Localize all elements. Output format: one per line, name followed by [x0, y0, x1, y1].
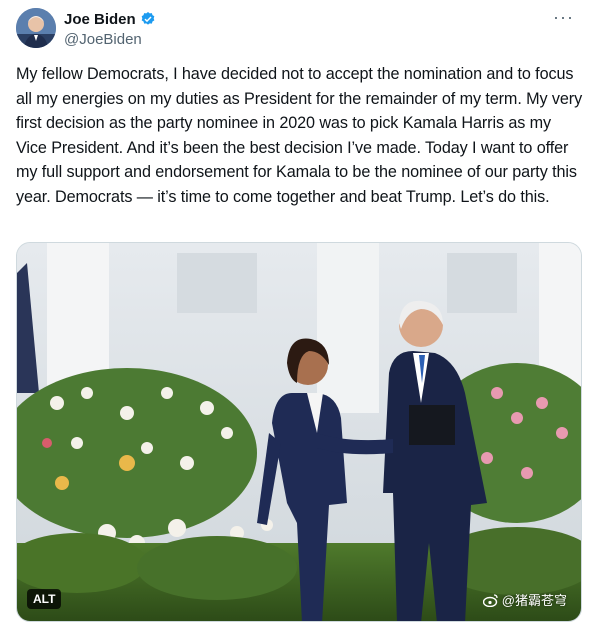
avatar-image — [16, 8, 56, 48]
display-name[interactable]: Joe Biden — [64, 11, 136, 28]
handle[interactable]: @JoeBiden — [64, 31, 156, 48]
avatar[interactable] — [16, 8, 56, 48]
alt-text-button[interactable]: ALT — [27, 589, 62, 609]
tweet-text: My fellow Democrats, I have decided not … — [16, 65, 583, 206]
watermark-text: @猪霸苍穹 — [501, 593, 567, 608]
tweet-card[interactable]: Joe Biden @JoeBiden ··· My fellow Democr… — [0, 0, 591, 629]
photo-image — [17, 243, 581, 621]
tweet-photo[interactable]: ALT @猪霸苍穹 — [16, 242, 582, 622]
tweet-header: Joe Biden @JoeBiden ··· — [16, 8, 576, 48]
author-names: Joe Biden @JoeBiden — [64, 10, 156, 48]
more-options-icon[interactable]: ··· — [553, 8, 574, 26]
watermark: @猪霸苍穹 — [482, 590, 567, 609]
verified-badge-icon — [140, 11, 156, 27]
weibo-logo-icon — [482, 593, 499, 607]
